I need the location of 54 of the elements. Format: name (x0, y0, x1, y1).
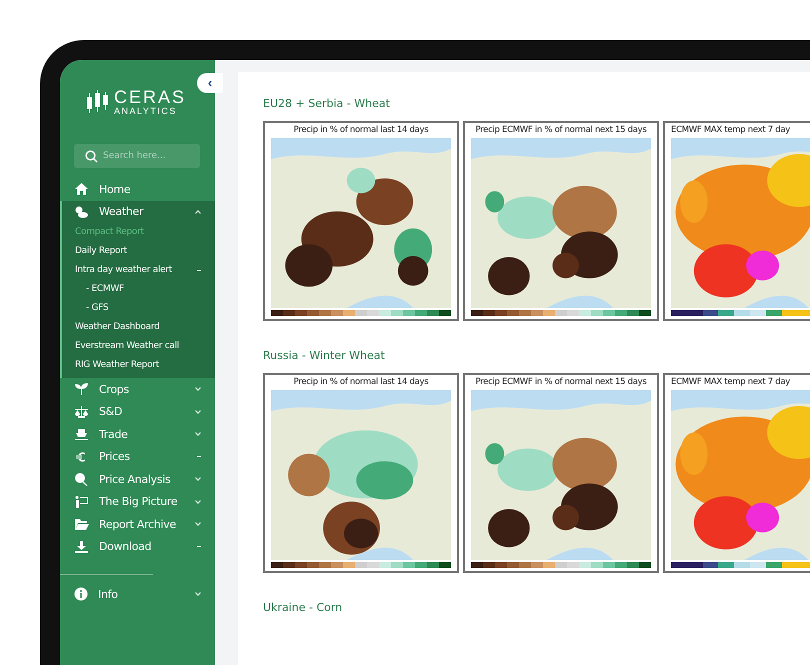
submenu-item[interactable]: Everstream Weather call (62, 336, 215, 356)
chevron-icon (195, 477, 201, 482)
dash-icon (197, 456, 201, 458)
search-icon (85, 150, 98, 163)
nav-icon (74, 382, 89, 396)
submenu-item[interactable]: Compact Report (62, 223, 215, 242)
nav-icon (74, 204, 89, 219)
submenu-item[interactable]: Daily Report (62, 242, 215, 261)
nav-item[interactable]: S&D (60, 400, 215, 424)
nav-item[interactable]: The Big Picture (60, 490, 215, 514)
chevron-icon (195, 387, 201, 392)
panel-title: Precip ECMWF in % of normal next 15 days (475, 377, 646, 387)
nav-icon (74, 540, 89, 554)
panel-title: Precip ECMWF in % of normal next 15 days (475, 125, 646, 135)
section-title: EU28 + Serbia - Wheat (263, 97, 391, 110)
nav-item[interactable]: Download (60, 536, 215, 558)
nav-item[interactable]: Price Analysis (60, 468, 215, 491)
submenu-item[interactable]: Weather Dashboard (62, 317, 215, 336)
nav-icon (74, 472, 89, 486)
nav-item[interactable]: Crops (60, 378, 215, 401)
panel-title: Precip in % of normal last 14 days (294, 377, 428, 387)
submenu-item[interactable]: - GFS (62, 298, 215, 318)
section-title: Ukraine - Corn (263, 601, 344, 614)
chevron-icon (195, 210, 201, 214)
chevron-icon (195, 592, 201, 596)
chevron-icon (195, 432, 201, 436)
nav-item[interactable]: Prices (60, 446, 215, 468)
dash-icon (197, 546, 201, 548)
nav-icon (74, 494, 89, 509)
nav-item[interactable]: Info (60, 583, 215, 606)
chevron-icon (195, 500, 201, 504)
panel-title: ECMWF MAX temp next 7 day (671, 377, 790, 387)
submenu-item[interactable]: Intra day weather alert (62, 260, 215, 280)
section-title: Russia - Winter Wheat (263, 349, 386, 362)
submenu-item[interactable]: - ECMWF (62, 280, 215, 299)
submenu-item[interactable]: RIG Weather Report (62, 355, 215, 374)
nav-item[interactable]: Trade (60, 423, 215, 446)
candlestick-logo-icon (84, 89, 111, 115)
nav-item[interactable]: Report Archive (60, 513, 215, 536)
info-icon (74, 587, 88, 602)
nav-icon (74, 182, 89, 196)
chevron-icon (195, 522, 201, 526)
nav-icon (74, 404, 89, 419)
panel-title: ECMWF MAX temp next 7 day (671, 125, 790, 135)
nav-item[interactable]: Home (60, 178, 215, 200)
logo-tagline: ANALYTICS (114, 107, 178, 116)
nav-icon (74, 517, 89, 532)
nav-icon (74, 427, 89, 442)
collapse-button[interactable]: ‹ (197, 73, 223, 93)
panel-title: Precip in % of normal last 14 days (294, 125, 428, 135)
chevron-icon (195, 410, 201, 414)
logo-name: CERAS (114, 88, 186, 106)
nav-item[interactable]: Weather (62, 200, 215, 223)
dash-icon (197, 270, 201, 271)
